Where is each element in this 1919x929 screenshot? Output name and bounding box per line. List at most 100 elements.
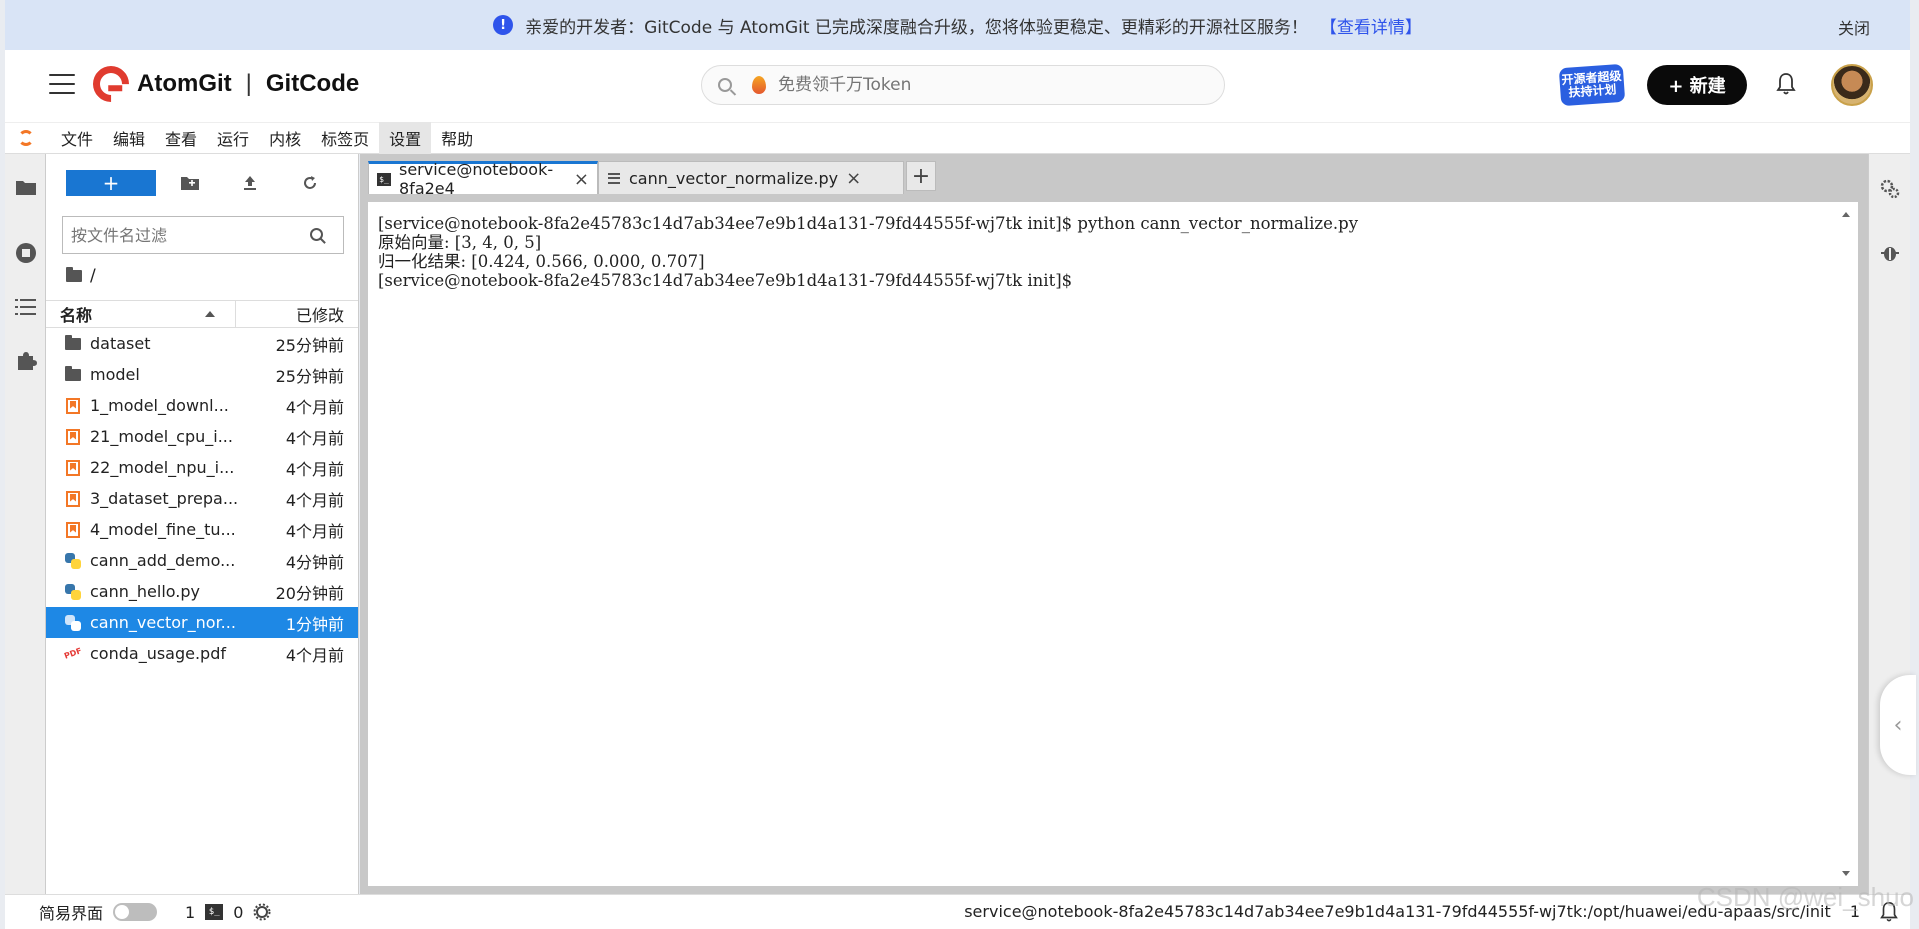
property-inspector-gears-icon[interactable] [1879,178,1901,200]
close-icon[interactable]: × [574,169,589,190]
column-name[interactable]: 名称 [46,301,236,327]
menu-kernel[interactable]: 内核 [259,122,311,154]
collapse-panel-chevron-left-icon[interactable]: ‹ [1880,675,1916,775]
table-of-contents-icon[interactable] [13,294,39,320]
list-item-selected[interactable]: cann_vector_nor... 1分钟前 [46,607,358,638]
status-page: 1 [1849,902,1860,921]
notebook-icon [64,428,82,446]
new-folder-icon[interactable] [178,171,202,195]
scroll-up-icon[interactable] [1842,212,1850,217]
status-path: service@notebook-8fa2e45783c14d7ab34ee7e… [964,902,1860,921]
main-dock-area: $_ service@notebook-8fa2e4 × cann_vector… [360,154,1868,894]
list-item[interactable]: 21_model_cpu_i... 4个月前 [46,421,358,452]
right-sidebar [1868,154,1910,894]
file-list-header: 名称 已修改 [46,300,358,328]
file-modified: 4个月前 [285,459,344,479]
notebook-icon [64,490,82,508]
file-name: 22_model_npu_i... [90,458,235,477]
tab-editor-label: cann_vector_normalize.py [629,168,839,188]
menu-settings[interactable]: 设置 [379,122,432,154]
terminal-line: [service@notebook-8fa2e45783c14d7ab34ee7… [378,214,1359,233]
hamburger-menu-icon[interactable] [49,72,75,96]
list-item[interactable]: 3_dataset_prepa... 4个月前 [46,483,358,514]
terminal-icon[interactable]: $_ [205,904,224,920]
tab-terminal[interactable]: $_ service@notebook-8fa2e4 × [368,160,598,198]
scroll-down-icon[interactable] [1842,871,1850,876]
breadcrumb-folder-icon[interactable] [66,267,82,282]
refresh-icon[interactable] [298,171,322,195]
folder-icon [64,365,82,384]
brand-separator: | [245,70,252,97]
tab-bar: $_ service@notebook-8fa2e4 × cann_vector… [360,154,1868,198]
list-item[interactable]: 4_model_fine_tu... 4个月前 [46,514,358,545]
breadcrumb-root[interactable]: / [90,266,96,286]
file-filter-input[interactable] [71,225,301,245]
file-name: 3_dataset_prepa... [90,489,239,508]
file-name: 1_model_downl... [90,396,229,415]
notification-bell-icon[interactable] [1878,901,1900,923]
terminal-line: [service@notebook-8fa2e45783c14d7ab34ee7… [378,271,1073,290]
kernel-count[interactable]: 0 [233,903,243,922]
file-filter[interactable] [62,216,344,254]
extensions-puzzle-icon[interactable] [13,348,39,374]
menu-tabs[interactable]: 标签页 [311,122,379,154]
file-modified: 4个月前 [285,645,344,665]
debugger-bug-icon[interactable] [1879,242,1901,264]
banner-details-link[interactable]: 【查看详情】 [1320,13,1422,38]
python-file-icon [64,614,82,632]
list-item[interactable]: PDF conda_usage.pdf 4个月前 [46,638,358,669]
folder-icon[interactable] [13,174,39,200]
search-input[interactable] [778,75,1158,95]
notification-bell-icon[interactable] [1776,72,1796,96]
menu-help[interactable]: 帮助 [431,122,483,154]
pdf-file-icon: PDF [63,646,83,661]
menu-file[interactable]: 文件 [51,122,103,154]
list-item[interactable]: cann_add_demo... 4分钟前 [46,545,358,576]
left-activity-bar [5,154,46,894]
file-name: dataset [90,334,151,353]
file-modified: 4个月前 [285,521,344,541]
search-icon [718,78,732,92]
simple-mode-toggle[interactable] [113,903,158,921]
banner-close-button[interactable]: 关闭 [1838,15,1870,39]
kernel-gear-icon[interactable] [253,903,271,921]
file-modified: 4分钟前 [285,552,344,572]
global-search[interactable] [701,65,1225,105]
file-browser: + / 名称 已修改 dataset 25分钟前 [46,154,359,894]
file-modified: 20分钟前 [275,583,344,603]
menu-view[interactable]: 查看 [155,122,207,154]
text-file-icon [607,171,621,185]
list-item[interactable]: dataset 25分钟前 [46,328,358,359]
flame-icon [752,76,766,94]
file-name: 21_model_cpu_i... [90,427,233,446]
simple-mode-label: 简易界面 [39,904,104,923]
tab-editor[interactable]: cann_vector_normalize.py × [598,161,904,194]
add-tab-button[interactable]: + [906,161,936,191]
running-kernels-icon[interactable] [13,240,39,266]
terminal-line: 归一化结果: [0.424, 0.566, 0.000, 0.707] [378,252,705,271]
terminal-output[interactable]: [service@notebook-8fa2e45783c14d7ab34ee7… [368,202,1858,886]
list-item[interactable]: 1_model_downl... 4个月前 [46,390,358,421]
new-launcher-button[interactable]: + [66,170,156,196]
list-item[interactable]: cann_hello.py 20分钟前 [46,576,358,607]
notebook-icon [64,459,82,477]
file-modified: 4个月前 [285,490,344,510]
column-modified[interactable]: 已修改 [236,301,358,327]
file-modified: 25分钟前 [275,366,344,386]
list-item[interactable]: 22_model_npu_i... 4个月前 [46,452,358,483]
folder-icon [64,334,82,353]
user-avatar[interactable] [1831,64,1873,106]
upload-icon[interactable] [238,171,262,195]
close-icon[interactable]: × [846,168,861,189]
brand[interactable]: AtomGit | GitCode [137,70,359,98]
notebook-icon [64,397,82,415]
menu-run[interactable]: 运行 [207,122,259,154]
tab-terminal-label: service@notebook-8fa2e4 [399,160,554,198]
terminal-count[interactable]: 1 [185,903,195,922]
new-button[interactable]: + 新建 [1647,65,1747,105]
menu-edit[interactable]: 编辑 [103,122,155,154]
promo-badge[interactable]: 开源者超级扶持计划 [1558,63,1626,107]
banner-message: 亲爱的开发者：GitCode 与 AtomGit 已完成深度融合升级，您将体验更… [525,17,1308,38]
gitcode-logo-icon[interactable] [85,58,137,110]
list-item[interactable]: model 25分钟前 [46,359,358,390]
